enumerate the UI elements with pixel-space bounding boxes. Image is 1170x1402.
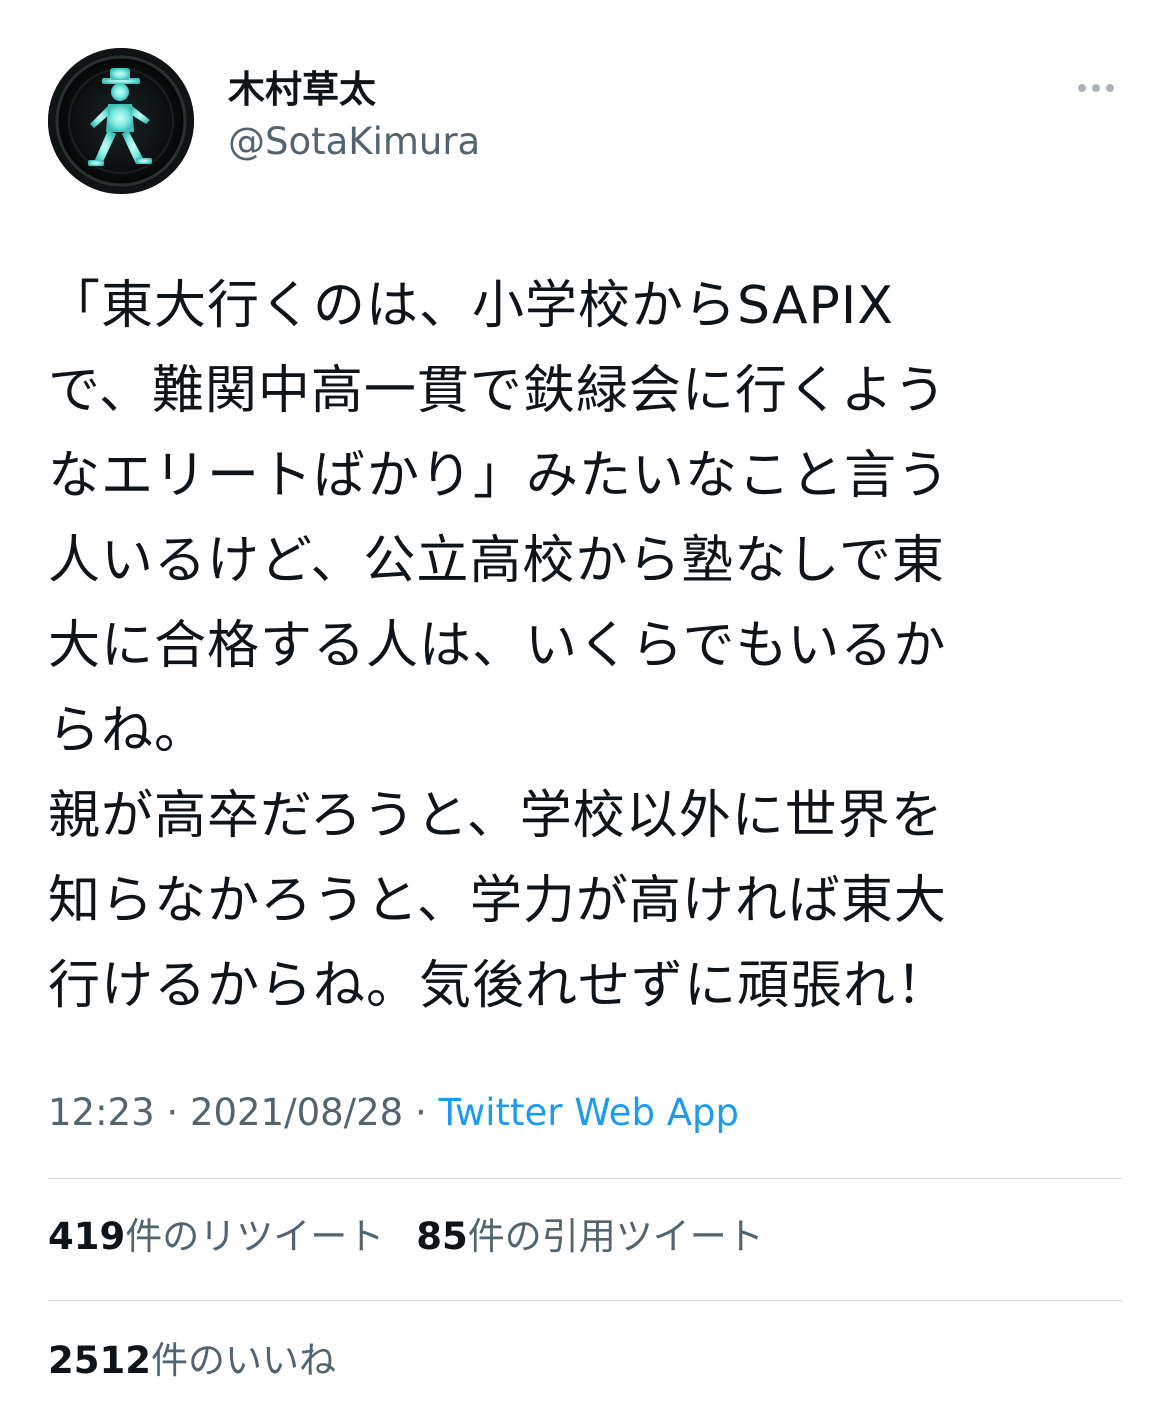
quotes-stat[interactable]: 85件の引用ツイート (416, 1215, 764, 1258)
quote-count: 85 (416, 1215, 468, 1258)
tweet-time[interactable]: 12:23 (48, 1091, 155, 1134)
user-handle[interactable]: @SotaKimura (228, 118, 480, 166)
display-name[interactable]: 木村草太 (228, 66, 480, 114)
pedestrian-signal-icon (48, 48, 194, 194)
like-count: 2512 (48, 1339, 151, 1382)
tweet-meta: 12:23 · 2021/08/28 · Twitter Web App (48, 1088, 739, 1138)
more-dots-icon[interactable] (1074, 76, 1118, 100)
share-stats: 419件のリツイート 85件の引用ツイート (48, 1212, 764, 1262)
quote-label: 件の引用ツイート (467, 1215, 764, 1258)
meta-separator: · (403, 1091, 439, 1134)
tweet-text: 「東大行くのは、小学校からSAPIX で、難関中高一貫で鉄緑会に行くよう なエリ… (48, 276, 951, 1016)
meta-separator: · (154, 1091, 190, 1134)
tweet-source-link[interactable]: Twitter Web App (439, 1091, 739, 1134)
divider (48, 1300, 1122, 1301)
likes-stats: 2512件のいいね (48, 1336, 336, 1386)
like-label: 件のいいね (150, 1339, 336, 1382)
retweet-count: 419 (48, 1215, 126, 1258)
likes-stat[interactable]: 2512件のいいね (48, 1339, 336, 1382)
divider (48, 1178, 1122, 1179)
avatar[interactable] (48, 48, 194, 194)
retweet-label: 件のリツイート (125, 1215, 385, 1258)
user-names: 木村草太 @SotaKimura (228, 66, 480, 166)
tweet-header: 木村草太 @SotaKimura (48, 48, 1122, 198)
tweet-date[interactable]: 2021/08/28 (190, 1091, 403, 1134)
retweets-stat[interactable]: 419件のリツイート (48, 1215, 384, 1258)
